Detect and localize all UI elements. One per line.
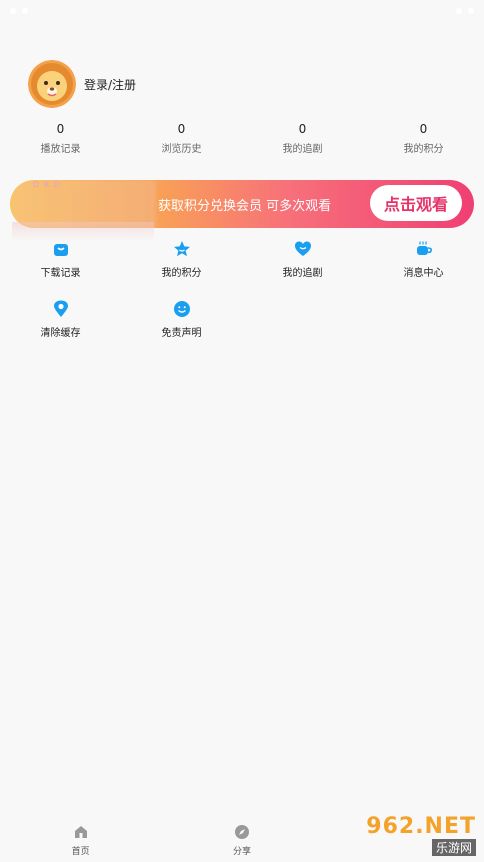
menu-item-label: 我的积分 [161,268,202,279]
stat-browse-history[interactable]: 0 浏览历史 [121,120,242,158]
menu-item-messages[interactable]: 消息中心 [363,238,484,298]
menu-item-label: 清除缓存 [40,328,81,339]
lion-avatar-icon[interactable] [28,60,76,108]
status-left-icons [10,8,28,14]
stat-value: 0 [419,122,428,136]
stat-label: 浏览历史 [161,144,202,155]
stat-label: 我的积分 [403,144,444,155]
menu-item-label: 消息中心 [403,268,444,279]
menu-item-clear-cache[interactable]: 清除缓存 [0,298,121,358]
tab-label: 分享 [232,846,251,857]
status-bar [0,0,484,22]
menu-grid: 下载记录 我的积分 我的追剧 消息中心 清除缓存 免责声明 [0,238,484,358]
tab-home[interactable]: 首页 [0,824,161,857]
location-pin-icon [53,300,68,317]
watermark-number: 962.NET [366,814,476,839]
site-watermark: 962.NET 乐游网 [346,814,476,856]
status-indicator-icon [22,8,28,14]
flower-decoration-icon: ✿ ❀ ✿ [32,180,61,190]
home-icon [74,825,87,838]
banner-promo-text: 获取积分兑换会员 可多次观看 [158,199,332,214]
stats-row: 0 播放记录 0 浏览历史 0 我的追剧 0 我的积分 [0,120,484,158]
menu-item-label: 下载记录 [40,268,81,279]
battery-icon [468,8,474,14]
login-register-link[interactable]: 登录/注册 [84,76,136,93]
profile-header[interactable]: 登录/注册 [28,60,136,108]
stat-play-history[interactable]: 0 播放记录 [0,120,121,158]
shopping-bag-icon [53,244,68,256]
wifi-icon [456,8,462,14]
menu-item-points[interactable]: 我的积分 [121,238,242,298]
menu-item-follows[interactable]: 我的追剧 [242,238,363,298]
stat-my-points[interactable]: 0 我的积分 [363,120,484,158]
smile-icon [173,301,190,317]
stat-value: 0 [298,122,307,136]
menu-item-downloads[interactable]: 下载记录 [0,238,121,298]
promo-banner[interactable]: ✿ ❀ ✿ 获取积分兑换会员 可多次观看 点击观看 [10,180,474,228]
star-icon [173,241,190,257]
coffee-cup-icon [416,241,432,255]
status-right-icons [456,8,474,14]
menu-item-disclaimer[interactable]: 免责声明 [121,298,242,358]
stat-my-follows[interactable]: 0 我的追剧 [242,120,363,158]
watermark-subtitle: 乐游网 [431,839,476,856]
compass-icon [234,824,249,839]
status-indicator-icon [10,8,16,14]
tab-share[interactable]: 分享 [161,824,322,857]
stat-label: 我的追剧 [282,144,323,155]
menu-item-label: 免责声明 [161,328,202,339]
heart-icon [294,241,311,256]
stat-value: 0 [56,122,65,136]
menu-item-label: 我的追剧 [282,268,323,279]
tab-label: 首页 [71,846,90,857]
stat-value: 0 [177,122,186,136]
watch-now-button[interactable]: 点击观看 [369,185,462,221]
stat-label: 播放记录 [40,144,81,155]
